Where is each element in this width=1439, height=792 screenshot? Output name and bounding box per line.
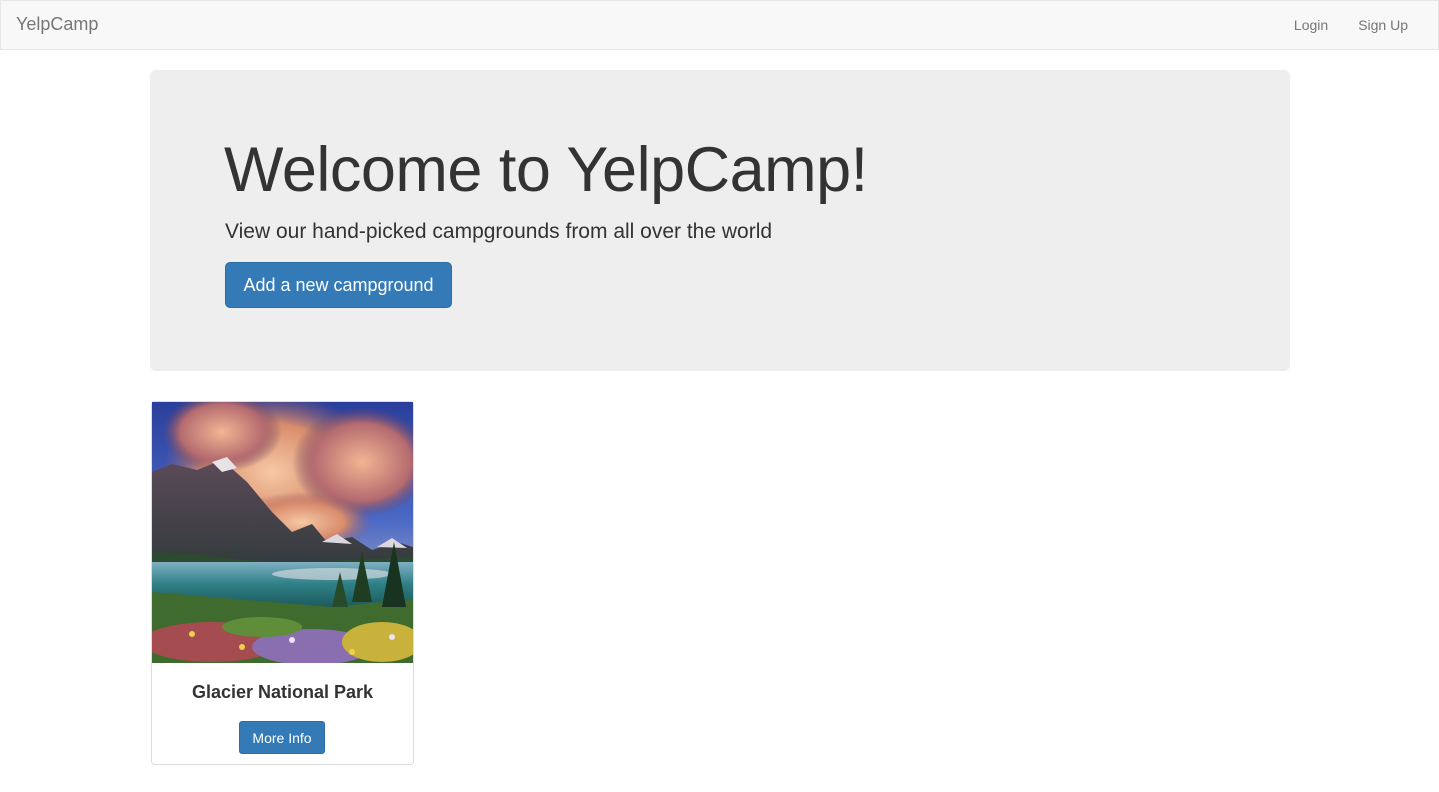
brand-link[interactable]: YelpCamp xyxy=(16,14,98,35)
more-info-button[interactable]: More Info xyxy=(239,721,325,754)
page-title: Welcome to YelpCamp! xyxy=(224,135,868,205)
navbar: YelpCamp Login Sign Up xyxy=(0,0,1439,50)
nav-right: Login Sign Up xyxy=(1279,1,1423,49)
page-subtitle: View our hand-picked campgrounds from al… xyxy=(225,220,773,243)
campground-image xyxy=(152,402,413,663)
jumbotron: Welcome to YelpCamp! View our hand-picke… xyxy=(150,70,1290,371)
campground-name: Glacier National Park xyxy=(191,682,374,702)
signup-link[interactable]: Sign Up xyxy=(1343,1,1423,49)
add-campground-button[interactable]: Add a new campground xyxy=(225,262,452,308)
campground-card: Glacier National Park More Info xyxy=(151,401,414,765)
login-link[interactable]: Login xyxy=(1279,1,1343,49)
